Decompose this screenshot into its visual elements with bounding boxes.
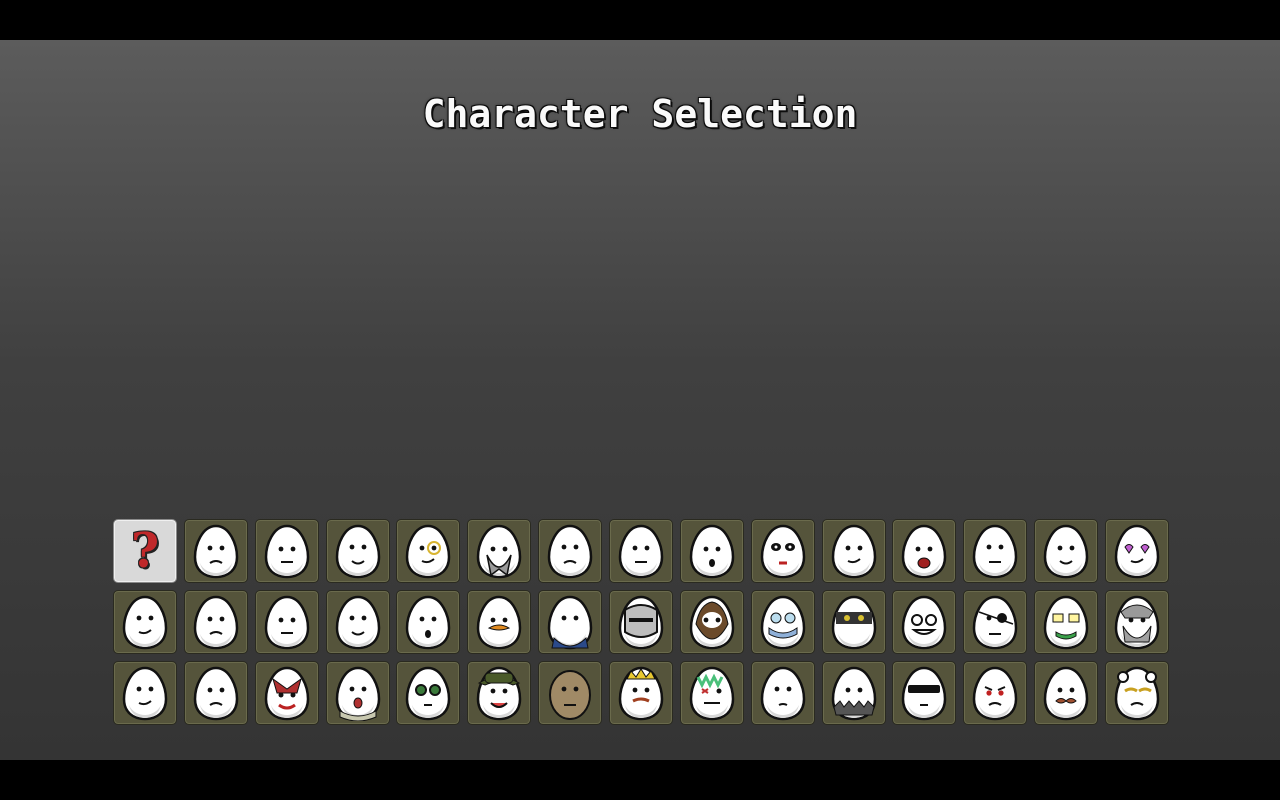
egg-face-icon <box>831 524 876 579</box>
character-tile[interactable] <box>538 661 603 725</box>
character-tile[interactable] <box>467 590 532 654</box>
character-tile[interactable] <box>963 590 1028 654</box>
egg-face-icon <box>547 595 593 650</box>
egg-face-icon <box>760 595 805 650</box>
character-tile[interactable] <box>254 519 319 583</box>
egg-face-icon <box>760 524 805 579</box>
egg-face-icon <box>122 595 168 650</box>
egg-face-icon <box>760 666 805 721</box>
egg-face-icon <box>1043 666 1089 721</box>
character-tile[interactable] <box>325 661 390 725</box>
egg-face-icon <box>1043 524 1089 579</box>
egg-face-icon <box>1114 666 1160 721</box>
letterbox-bottom <box>0 760 1280 800</box>
egg-face-icon <box>1114 524 1160 579</box>
character-tile[interactable] <box>254 661 319 725</box>
character-tile[interactable] <box>963 519 1028 583</box>
character-tile[interactable] <box>396 519 461 583</box>
character-tile[interactable] <box>113 590 177 654</box>
character-tile[interactable] <box>396 661 461 725</box>
egg-face-icon <box>122 666 168 721</box>
egg-face-icon <box>264 595 309 650</box>
egg-face-icon <box>477 666 522 721</box>
egg-face-icon <box>547 524 593 579</box>
question-mark-icon: ? <box>130 523 160 579</box>
egg-face-icon <box>1114 595 1160 650</box>
egg-face-icon <box>902 595 947 650</box>
random-character-tile[interactable]: ? <box>113 519 177 583</box>
character-tile[interactable] <box>1105 590 1170 654</box>
egg-face-icon <box>973 524 1018 579</box>
character-tile[interactable] <box>609 519 674 583</box>
character-tile[interactable] <box>892 661 957 725</box>
character-tile[interactable] <box>750 590 815 654</box>
character-tile[interactable] <box>892 519 957 583</box>
egg-face-icon <box>549 670 592 720</box>
character-tile[interactable] <box>538 590 603 654</box>
character-tile[interactable] <box>679 519 744 583</box>
egg-face-icon <box>264 524 309 579</box>
character-tile[interactable] <box>750 661 815 725</box>
character-tile[interactable] <box>254 590 319 654</box>
character-tile[interactable] <box>1105 519 1170 583</box>
character-tile[interactable] <box>679 661 744 725</box>
character-tile[interactable] <box>1105 661 1170 725</box>
character-tile[interactable] <box>963 661 1028 725</box>
character-tile[interactable] <box>821 661 886 725</box>
character-tile[interactable] <box>750 519 815 583</box>
character-tile[interactable] <box>609 661 674 725</box>
character-tile[interactable] <box>679 590 744 654</box>
egg-face-icon <box>618 524 664 579</box>
character-select-screen: Character Selection ? <box>0 40 1280 760</box>
character-tile[interactable] <box>113 661 177 725</box>
egg-face-icon <box>193 666 239 721</box>
egg-face-icon <box>618 666 664 721</box>
character-tile[interactable] <box>1034 590 1099 654</box>
egg-face-icon <box>902 524 947 579</box>
egg-face-icon <box>335 666 380 721</box>
character-tile[interactable] <box>183 590 248 654</box>
egg-face-icon <box>335 595 380 650</box>
egg-face-icon <box>689 595 735 650</box>
character-tile[interactable] <box>538 519 603 583</box>
egg-face-icon <box>831 666 876 721</box>
egg-face-icon <box>406 595 451 650</box>
character-tile[interactable] <box>467 661 532 725</box>
egg-face-icon <box>618 595 664 650</box>
character-grid: ? <box>113 519 1170 725</box>
character-tile[interactable] <box>183 519 248 583</box>
character-tile[interactable] <box>821 519 886 583</box>
egg-face-icon <box>973 666 1018 721</box>
character-tile[interactable] <box>325 590 390 654</box>
egg-face-icon <box>689 666 735 721</box>
egg-face-icon <box>193 524 239 579</box>
character-tile[interactable] <box>183 661 248 725</box>
egg-face-icon <box>406 666 451 721</box>
egg-face-icon <box>831 595 876 650</box>
character-tile[interactable] <box>467 519 532 583</box>
character-tile[interactable] <box>821 590 886 654</box>
page-title: Character Selection <box>422 92 858 136</box>
character-tile[interactable] <box>396 590 461 654</box>
egg-face-icon <box>1043 595 1089 650</box>
character-tile[interactable] <box>1034 661 1099 725</box>
egg-face-icon <box>973 595 1018 650</box>
egg-face-icon <box>406 524 451 579</box>
character-tile[interactable] <box>325 519 390 583</box>
egg-face-icon <box>902 666 947 721</box>
egg-face-icon <box>335 524 380 579</box>
egg-face-icon <box>264 666 309 721</box>
character-tile[interactable] <box>1034 519 1099 583</box>
egg-face-icon <box>689 524 735 579</box>
letterbox-top <box>0 0 1280 40</box>
egg-face-icon <box>193 595 239 650</box>
egg-face-icon <box>477 595 522 650</box>
character-tile[interactable] <box>609 590 674 654</box>
character-tile[interactable] <box>892 590 957 654</box>
egg-face-icon <box>477 524 522 579</box>
